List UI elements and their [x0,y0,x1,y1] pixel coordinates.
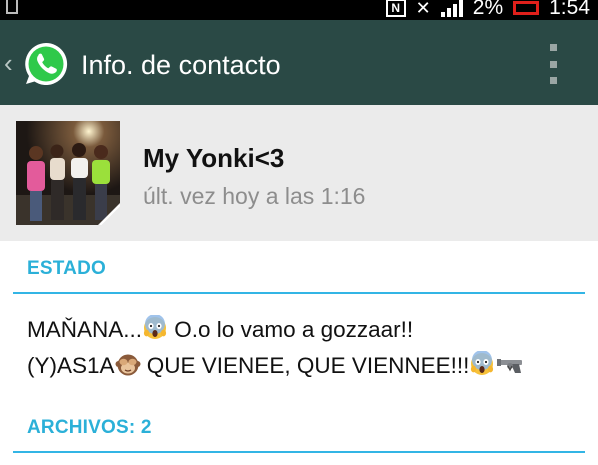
archivos-divider [13,451,585,453]
nfc-icon: N [385,0,406,17]
photo-image [16,121,120,225]
archivos-section-title[interactable]: ARCHIVOS: 2 [27,417,152,439]
back-chevron-icon[interactable]: ‹ [4,50,13,76]
notification-icon [6,0,18,14]
contact-photo[interactable] [16,121,120,225]
status-line-1-part-b: O.o lo vamo a gozzaar!! [168,317,414,342]
status-message[interactable]: MAŇANA... O.o lo vamo a gozzaar!! (Y)AS1… [27,312,587,384]
estado-section-title: ESTADO [27,258,106,279]
app-bar: ‹ Info. de contacto [0,20,598,105]
contact-header: My Yonki<3 últ. vez hoy a las 1:16 [0,105,598,241]
overflow-menu-icon[interactable] [548,44,558,84]
status-bar: N ✕ 2% 1:54 [0,0,598,20]
estado-divider [13,292,585,294]
status-line-2: (Y)AS1A QUE VIENEE, QUE VIENNEE!!! [27,348,587,384]
screaming-face-icon [142,314,168,341]
last-seen-text: últ. vez hoy a las 1:16 [143,183,366,209]
contact-name: My Yonki<3 [143,143,285,173]
battery-percent: 2% [472,0,504,19]
pistol-icon [495,351,525,377]
status-line-1-part-a: MAŇANA... [27,317,143,342]
whatsapp-logo-icon[interactable] [22,40,70,88]
status-icons: N ✕ 2% 1:54 [385,0,590,20]
battery-icon [513,1,540,15]
page-title: Info. de contacto [81,50,281,80]
clock: 1:54 [549,0,590,19]
status-line-1: MAŇANA... O.o lo vamo a gozzaar!! [27,312,587,348]
status-line-2-part-a: (Y)AS1A [27,353,115,378]
vibrate-icon: ✕ [415,0,431,18]
signal-icon [440,0,463,17]
screaming-face-icon-2 [469,350,495,377]
see-no-evil-monkey-icon [115,351,141,377]
status-line-2-part-b: QUE VIENEE, QUE VIENNEE!!! [140,353,470,378]
